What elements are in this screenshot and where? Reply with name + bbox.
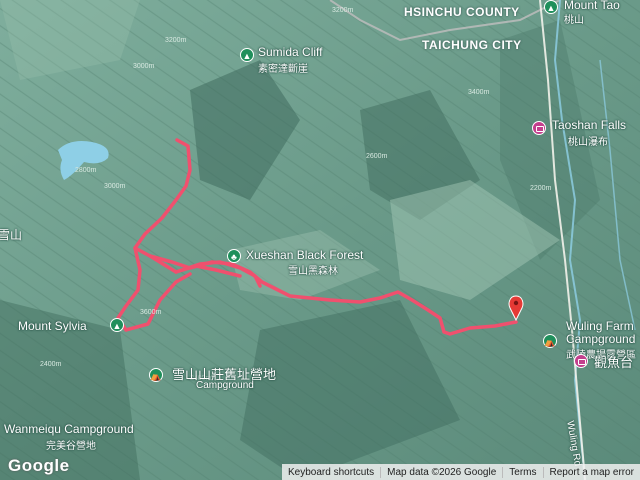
region-label-hsinchu: HSINCHU COUNTY [404, 5, 520, 19]
place-label-wanmeiqu[interactable]: Wanmeiqu Campground [4, 422, 134, 436]
camera-icon[interactable] [532, 121, 546, 135]
contour-label: 3000m [104, 183, 126, 190]
contour-label: 2800m [75, 167, 97, 174]
attribution-bar: Keyboard shortcuts Map data ©2026 Google… [281, 464, 640, 480]
place-label-left-partial: 雪山 [0, 228, 23, 242]
place-label-fish-viewing[interactable]: 觀魚台 [594, 352, 633, 371]
report-error-link[interactable]: Report a map error [542, 466, 640, 478]
terrain-map[interactable]: 3200m 3000m 2800m 3200m 3000m 2600m 3400… [0, 0, 640, 480]
map-data-text: Map data ©2026 Google [380, 466, 502, 478]
place-label-taoshan-falls[interactable]: Taoshan Falls [552, 118, 626, 132]
place-label-wuling-farm[interactable]: Wuling Farm Campground [566, 320, 640, 346]
contour-label: 2200m [530, 185, 552, 192]
contour-label: 3000m [133, 63, 155, 70]
place-label-black-forest-zh: 雪山黑森林 [288, 266, 338, 277]
mountain-icon[interactable]: ▲ [110, 318, 124, 332]
place-label-black-forest[interactable]: Xueshan Black Forest [246, 248, 363, 262]
mountain-icon[interactable]: ▲ [240, 48, 254, 62]
mountain-icon[interactable]: ▲ [544, 0, 558, 14]
place-label-sumida-cliff-zh: 素密達斷崖 [258, 64, 308, 75]
tree-icon[interactable]: ♣ [227, 249, 241, 263]
region-label-taichung: TAICHUNG CITY [422, 38, 522, 52]
campground-icon[interactable]: ⛺ [149, 368, 163, 382]
contour-label: 3400m [468, 89, 490, 96]
place-label-taoshan-falls-zh: 桃山瀑布 [568, 137, 608, 148]
place-label-wanmeiqu-zh: 完美谷營地 [46, 441, 96, 452]
google-logo[interactable]: Google [8, 456, 70, 476]
place-label-mount-tao-zh: 桃山 [564, 15, 584, 26]
place-label-xueshan-campground-en: Campground [196, 380, 254, 391]
contour-label: 2400m [40, 361, 62, 368]
campground-icon[interactable]: ⛺ [543, 334, 557, 348]
terms-link[interactable]: Terms [502, 466, 542, 478]
camera-icon[interactable] [574, 354, 588, 368]
contour-label: 3200m [332, 7, 354, 14]
place-label-mount-sylvia[interactable]: Mount Sylvia [18, 319, 87, 333]
place-label-sumida-cliff[interactable]: Sumida Cliff [258, 45, 322, 59]
contour-label: 2600m [366, 153, 388, 160]
contour-label: 3600m [140, 309, 162, 316]
keyboard-shortcuts-link[interactable]: Keyboard shortcuts [282, 467, 380, 478]
contour-label: 3200m [165, 37, 187, 44]
